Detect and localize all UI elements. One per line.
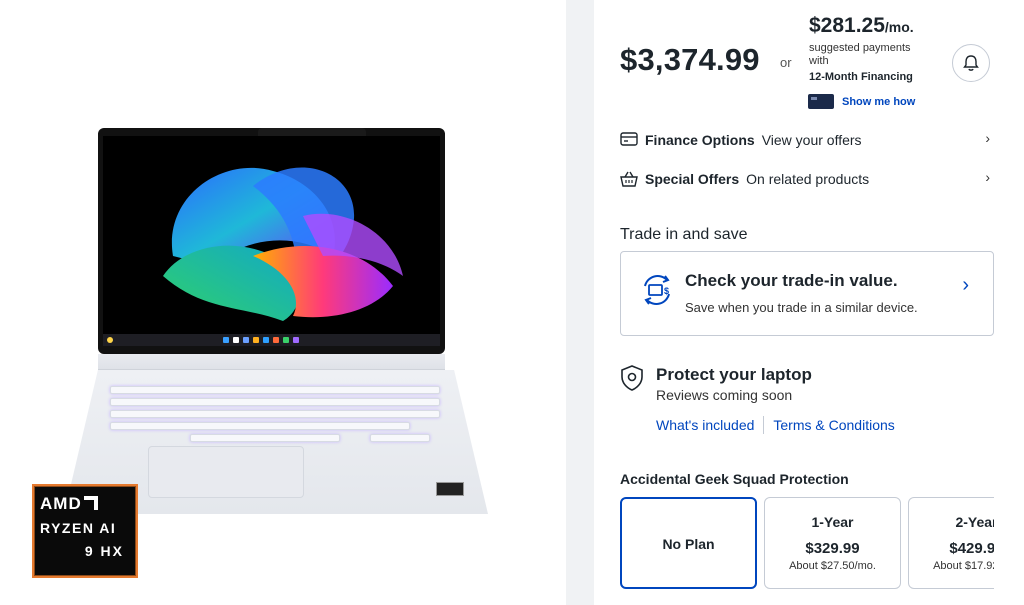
protection-plan-options: No Plan 1-Year $329.99 About $27.50/mo. … (620, 497, 994, 589)
amd-arrow-icon (83, 496, 98, 510)
special-offers-title: Special Offers (645, 171, 740, 187)
touchpad (148, 446, 304, 498)
purchase-panel: $3,374.99 or $281.25/mo. suggested payme… (594, 0, 1024, 605)
divider-gutter (566, 0, 594, 605)
chevron-right-icon: › (962, 274, 969, 296)
trade-in-subtitle: Save when you trade in a similar device. (685, 300, 918, 315)
or-label: or (780, 55, 792, 70)
laptop-image[interactable] (58, 124, 498, 524)
laptop-hinge (98, 354, 445, 370)
trade-in-card[interactable]: $ Check your trade-in value. Save when y… (620, 251, 994, 336)
show-me-how-link[interactable]: Show me how (842, 96, 915, 108)
monthly-amount: $281.25/mo. (809, 14, 914, 37)
basket-icon (620, 171, 638, 187)
special-offers-text: On related products (746, 171, 870, 187)
plan-monthly: About $27.50/mo. (789, 560, 876, 572)
plan-option-1-year[interactable]: 1-Year $329.99 About $27.50/mo. (764, 497, 901, 589)
trade-in-heading: Trade in and save (620, 226, 748, 243)
amd-logo-text: AMD (40, 494, 82, 513)
svg-text:$: $ (664, 286, 669, 296)
monthly-payment: $281.25/mo. suggested payments with 12-M… (809, 14, 929, 83)
plan-price: $429.99 (949, 540, 994, 557)
protect-subtitle: Reviews coming soon (656, 387, 793, 403)
keyboard (110, 382, 448, 448)
taskbar (103, 334, 440, 346)
link-divider (763, 416, 765, 434)
plan-label: No Plan (662, 536, 715, 552)
trade-in-title: Check your trade-in value. (685, 271, 898, 290)
plan-option-none[interactable]: No Plan (620, 497, 757, 589)
shield-icon (621, 365, 643, 391)
protect-title: Protect your laptop (656, 365, 812, 384)
bell-icon (963, 55, 979, 71)
laptop-screen (98, 128, 445, 354)
badge-ryzen-label: RYZEN AI (40, 520, 117, 536)
trade-in-icon: $ (644, 275, 670, 305)
plan-monthly: About $17.92/mo. (933, 560, 994, 572)
terms-conditions-link[interactable]: Terms & Conditions (773, 417, 894, 433)
wallpaper (103, 136, 440, 346)
special-offers-row[interactable]: Special Offers On related products › (620, 169, 990, 189)
finance-options-row[interactable]: Finance Options View your offers › (620, 130, 990, 150)
plan-term: 2-Year (955, 514, 994, 530)
credit-card-image-icon (808, 94, 834, 109)
amd-sticker (436, 482, 464, 496)
amd-ryzen-badge: AMD RYZEN AI 9 HX (32, 484, 138, 578)
bloom-wallpaper-icon (163, 167, 403, 321)
product-price: $3,374.99 (620, 42, 760, 77)
show-me-how-row[interactable]: Show me how (808, 94, 915, 109)
finance-options-title: Finance Options (645, 132, 755, 148)
chevron-right-icon: › (985, 169, 990, 185)
plan-option-2-year[interactable]: 2-Year $429.99 About $17.92/mo. (908, 497, 994, 589)
geek-squad-heading: Accidental Geek Squad Protection (620, 471, 849, 487)
credit-card-icon (620, 132, 638, 148)
financing-term: 12-Month Financing (809, 71, 913, 83)
finance-options-text: View your offers (761, 132, 862, 148)
monthly-description: suggested payments with (809, 42, 911, 67)
protection-links: What's included Terms & Conditions (656, 416, 895, 434)
notify-button[interactable] (952, 44, 990, 82)
plan-term: 1-Year (811, 514, 854, 530)
whats-included-link[interactable]: What's included (656, 417, 754, 433)
plan-price: $329.99 (805, 540, 860, 557)
product-image-area: AMD RYZEN AI 9 HX (0, 0, 566, 605)
badge-model-label: 9 HX (84, 543, 124, 559)
chevron-right-icon: › (985, 130, 990, 146)
